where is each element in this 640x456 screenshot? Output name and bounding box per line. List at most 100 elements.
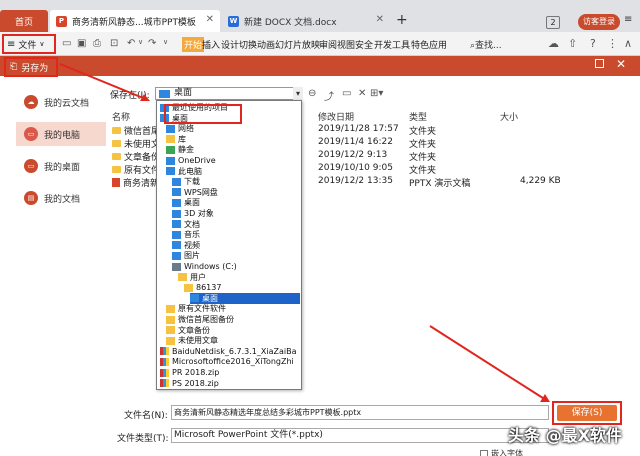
dropdown-item[interactable]: 图片 — [172, 250, 300, 261]
archive-icon — [160, 347, 169, 356]
filename-input[interactable]: 商务清新风静态精选年度总结多彩城市PPT模板.pptx — [171, 405, 549, 420]
dropdown-item[interactable]: WPS网盘 — [172, 187, 300, 198]
location-icon — [172, 209, 181, 218]
location-select[interactable]: 桌面 — [155, 87, 302, 100]
view-options-icon[interactable]: ⊞▾ — [370, 88, 383, 99]
tab-ppt-document[interactable]: P 商务清新风静态...城市PPT模板 ✕ — [50, 10, 220, 32]
dropdown-item[interactable]: PS 2018.zip — [160, 378, 300, 389]
folder-icon — [166, 135, 175, 144]
sidebar-item-my-documents[interactable]: ▤ 我的文档 — [16, 186, 106, 210]
dropdown-item[interactable]: 微信首尾图备份 — [166, 314, 300, 325]
filetype-label: 文件类型(T): — [117, 434, 169, 444]
embed-font-option[interactable]: 嵌入字体 — [480, 448, 523, 456]
collapse-icon[interactable]: ∧ — [624, 37, 632, 50]
redo-icon[interactable]: ↷ — [148, 38, 156, 49]
open-folder-icon[interactable]: ▭ — [62, 38, 71, 49]
dropdown-item[interactable]: 网络 — [166, 123, 300, 134]
dropdown-item[interactable]: Microsoftoffice2016_XiTongZhi — [160, 356, 300, 367]
ribbon-tab-security[interactable]: 安全 — [354, 37, 374, 52]
cloud-sync-icon[interactable]: ☁ — [548, 37, 559, 50]
undo-icon[interactable]: ↶ — [127, 38, 135, 49]
share-icon[interactable]: ⇧ — [568, 37, 577, 50]
chevron-down-icon[interactable]: ▾ — [293, 87, 303, 100]
sidebar-item-my-computer[interactable]: ▭ 我的电脑 — [16, 122, 106, 146]
chevron-down-icon[interactable]: ∨ — [163, 38, 168, 46]
dropdown-item[interactable]: 音乐 — [172, 229, 300, 240]
dropdown-item[interactable]: 86137 — [184, 282, 300, 293]
dropdown-item[interactable]: PR 2018.zip — [160, 367, 300, 378]
ribbon-tab-design[interactable]: 设计 — [220, 37, 240, 52]
sidebar-item-my-desktop[interactable]: ▭ 我的桌面 — [16, 154, 106, 178]
dialog-title: ⎗ 另存为 — [4, 57, 58, 77]
file-name-text: 原有文件软件 — [124, 166, 158, 176]
maximize-icon[interactable] — [595, 59, 604, 68]
folder-icon — [112, 127, 121, 134]
ribbon-tab-developer[interactable]: 开发工具 — [373, 37, 411, 52]
close-icon[interactable]: ✕ — [206, 14, 214, 25]
tab-home[interactable]: 首页 — [0, 10, 48, 32]
back-icon[interactable]: ⊖ — [308, 88, 316, 99]
ribbon-tab-animation[interactable]: 动画 — [256, 37, 276, 52]
file-menu-button[interactable]: ≡ 文件 ∨ — [2, 34, 56, 54]
dropdown-item[interactable]: Windows (C:) — [172, 261, 300, 272]
ribbon-tab-features[interactable]: 特色应用 — [410, 37, 448, 52]
dropdown-item[interactable]: OneDrive — [166, 155, 300, 166]
desktop-icon — [159, 90, 170, 98]
sidebar-item-label: 我的电脑 — [44, 130, 81, 141]
print-icon[interactable]: ⎙ — [93, 38, 101, 49]
search-box[interactable]: ⌕查找... — [470, 38, 502, 51]
checkbox[interactable] — [480, 449, 488, 456]
location-icon — [166, 124, 175, 133]
dropdown-item[interactable]: 原有文件软件 — [166, 303, 300, 314]
tab-count-badge[interactable]: 2 — [546, 16, 560, 29]
dropdown-item[interactable]: 此电脑 — [166, 166, 300, 177]
save-button[interactable]: 保存(S) — [557, 405, 617, 421]
ribbon-tab-transition[interactable]: 切换 — [238, 37, 258, 52]
sidebar-item-cloud-docs[interactable]: ☁ 我的云文档 — [16, 90, 106, 114]
close-icon[interactable]: ✕ — [616, 57, 626, 71]
column-name[interactable]: 名称 — [112, 110, 130, 123]
dropdown-item[interactable]: 桌面 — [190, 292, 300, 304]
ribbon-tab-review[interactable]: 审阅 — [318, 37, 338, 52]
column-type[interactable]: 类型 — [409, 110, 427, 123]
folder-icon — [166, 326, 175, 335]
tab-docx-document[interactable]: W 新建 DOCX 文档.docx ✕ — [222, 10, 390, 32]
dropdown-item[interactable]: 桌面 — [172, 197, 300, 208]
dropdown-item[interactable]: 库 — [166, 134, 300, 145]
drive-icon — [172, 262, 181, 271]
dropdown-item[interactable]: 静金 — [166, 144, 300, 155]
guest-login-button[interactable]: 访客登录 — [578, 14, 620, 30]
file-name: 未使用文章 — [112, 137, 158, 150]
file-name-text: 未使用文章 — [124, 140, 158, 150]
ribbon-tab-slideshow[interactable]: 幻灯片放映 — [274, 37, 321, 52]
column-date[interactable]: 修改日期 — [318, 110, 354, 123]
close-icon[interactable]: ✕ — [376, 14, 384, 25]
up-folder-icon[interactable]: ⤴ — [324, 88, 334, 103]
ribbon-tab-view[interactable]: 视图 — [336, 37, 356, 52]
folder-icon — [178, 273, 187, 282]
dropdown-item[interactable]: 文档 — [172, 219, 300, 230]
dropdown-item-label: 文章备份 — [178, 325, 210, 335]
ppt-file-icon — [112, 178, 120, 187]
new-folder-icon[interactable]: ▭ — [342, 88, 351, 99]
export-icon[interactable]: ⊡ — [110, 38, 118, 49]
new-tab-plus-icon[interactable]: + — [396, 12, 408, 28]
dropdown-item[interactable]: 未使用文章 — [166, 335, 300, 346]
more-icon[interactable]: ⋮ — [607, 37, 618, 50]
save-icon[interactable]: ▣ — [77, 38, 86, 49]
dropdown-item[interactable]: 文章备份 — [166, 325, 300, 336]
help-icon[interactable]: ? — [590, 37, 596, 50]
ribbon-tab-insert[interactable]: 插入 — [201, 37, 221, 52]
dropdown-item[interactable]: 用户 — [178, 272, 300, 283]
dropdown-item[interactable]: BaiduNetdisk_6.7.3.1_XiaZaiBa — [160, 346, 300, 357]
dropdown-item[interactable]: 下载 — [172, 176, 300, 187]
folder-icon — [166, 336, 175, 345]
delete-icon[interactable]: ✕ — [358, 88, 366, 99]
menu-icon[interactable]: ≡ — [624, 14, 632, 25]
column-size[interactable]: 大小 — [500, 110, 518, 123]
filetype-select[interactable]: Microsoft PowerPoint 文件(*.pptx) — [171, 428, 549, 443]
dropdown-item[interactable]: 视频 — [172, 240, 300, 251]
dropdown-item[interactable]: 3D 对象 — [172, 208, 300, 219]
chevron-down-icon[interactable]: ∨ — [138, 38, 143, 46]
cloud-icon: ☁ — [24, 95, 38, 109]
